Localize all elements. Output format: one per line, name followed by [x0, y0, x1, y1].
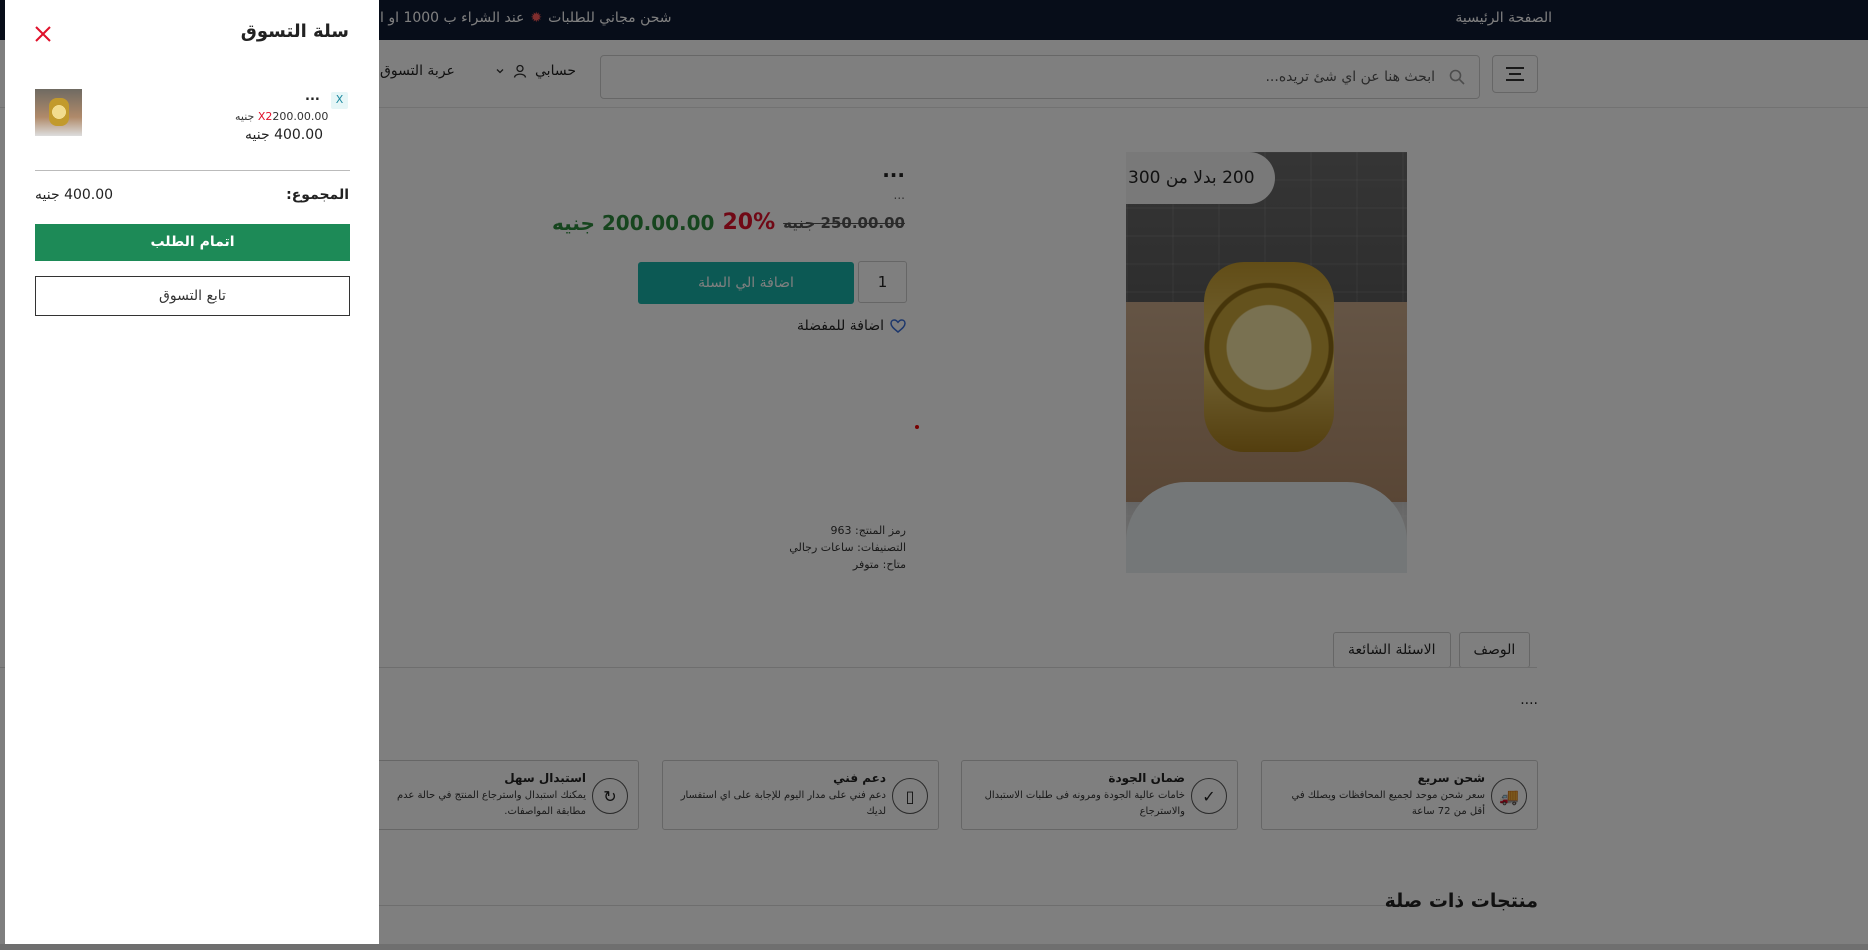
cart-item-thumbnail[interactable] — [35, 89, 82, 136]
cart-title: سلة التسوق — [240, 21, 349, 42]
cart-sum-value: 400.00 جنيه — [35, 187, 114, 203]
cart-item-price-line: X2200.00.00 جنيه — [235, 110, 328, 123]
cart-item-unit-price: 200.00.00 جنيه — [235, 110, 329, 123]
cart-item-total: 400.00 جنيه — [245, 127, 324, 143]
cart-sum-label: المجموع: — [286, 187, 349, 203]
cart-item-name[interactable]: ... — [305, 89, 320, 104]
cart-drawer: سلة التسوق X ... X2200.00.00 جنيه 400.00… — [5, 0, 379, 944]
bottom-strip — [0, 944, 1868, 950]
continue-shopping-button[interactable]: تابع التسوق — [35, 276, 350, 316]
cart-item: X ... X2200.00.00 جنيه 400.00 جنيه — [35, 88, 350, 148]
checkout-button[interactable]: اتمام الطلب — [35, 224, 350, 261]
cart-item-quantity: X2 — [257, 110, 273, 123]
cart-divider — [35, 170, 350, 171]
remove-item-button[interactable]: X — [331, 92, 348, 109]
close-icon[interactable] — [33, 24, 53, 44]
